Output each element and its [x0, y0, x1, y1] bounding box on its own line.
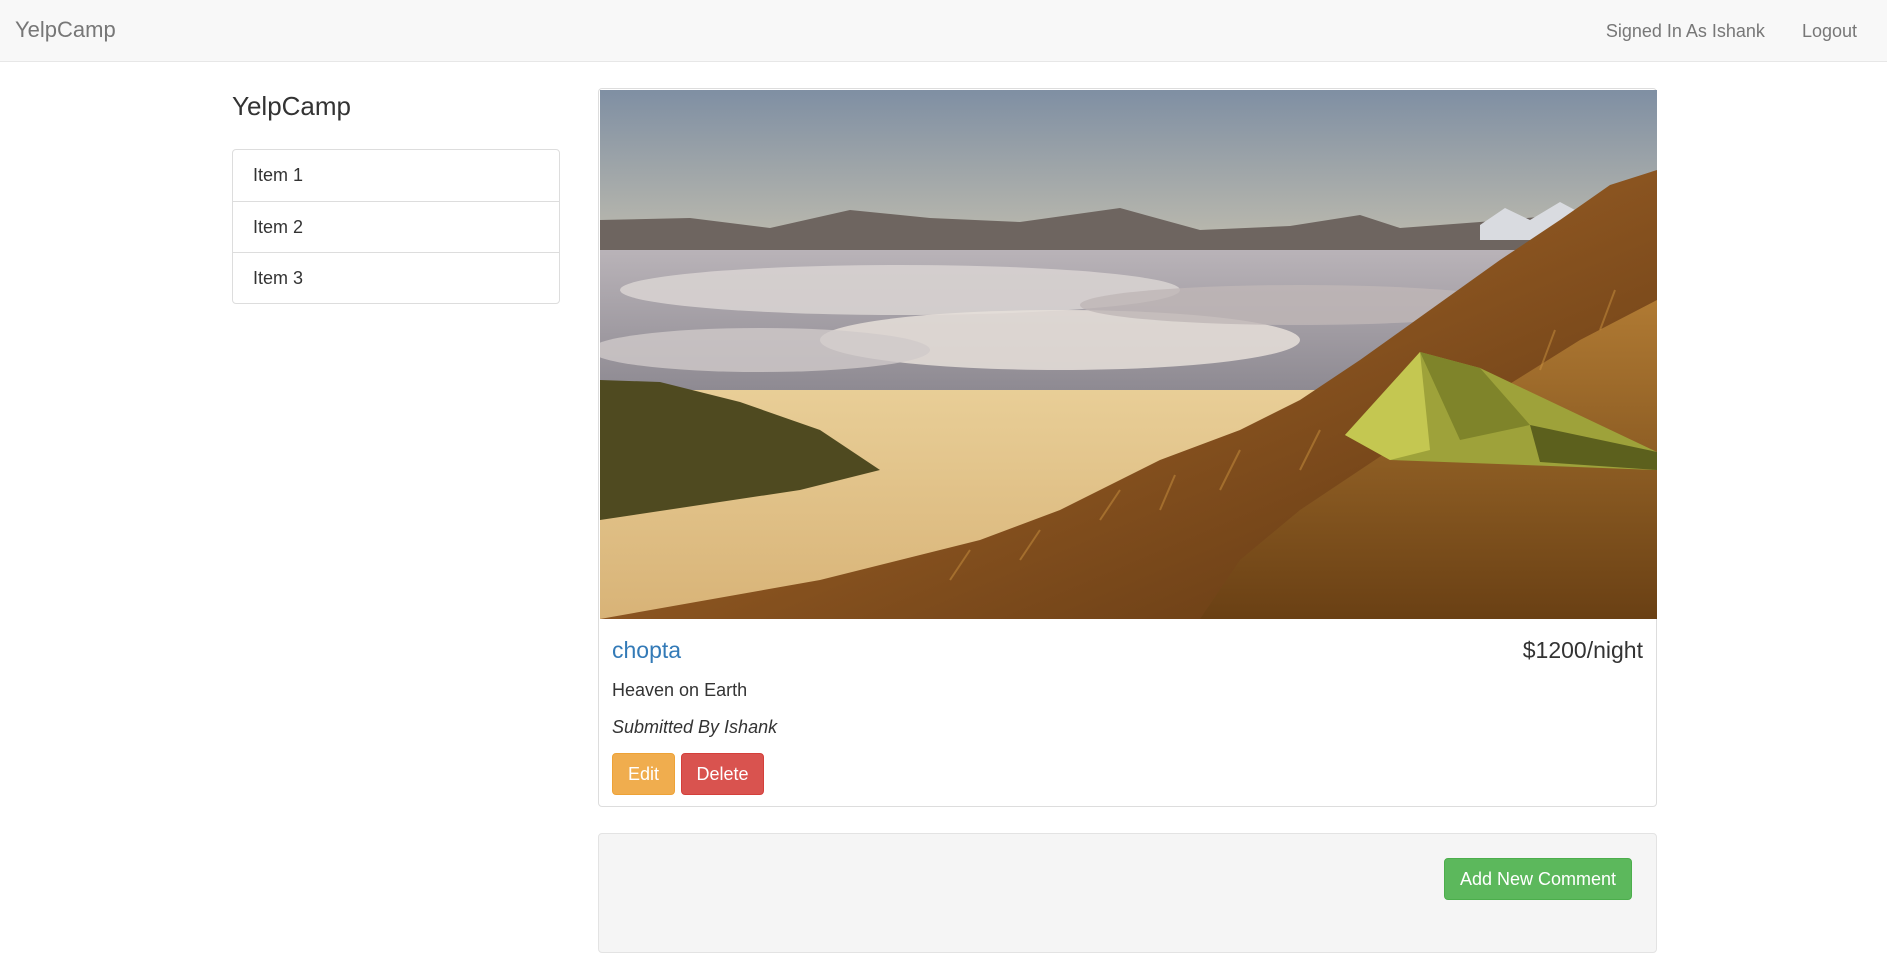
add-comment-button[interactable]: Add New Comment: [1443, 858, 1632, 900]
comments-well: Add New Comment: [598, 833, 1657, 953]
signed-in-link[interactable]: Signed In As Ishank: [1591, 0, 1787, 62]
sidebar-list: Item 1 Item 2 Item 3: [232, 149, 560, 304]
brand-link[interactable]: YelpCamp: [15, 17, 116, 43]
sidebar-item-1[interactable]: Item 1: [233, 150, 559, 201]
campground-name-link[interactable]: chopta: [612, 637, 681, 663]
campground-price: $1200/night: [1522, 637, 1643, 663]
sidebar-item-2[interactable]: Item 2: [233, 201, 559, 252]
campground-image: [600, 90, 1657, 619]
sidebar-item-3[interactable]: Item 3: [233, 252, 559, 303]
sidebar-title: YelpCamp: [232, 91, 352, 121]
campground-card: chopta $1200/night Heaven on Earth Submi…: [598, 88, 1657, 807]
delete-button[interactable]: Delete: [681, 753, 764, 795]
navbar: YelpCamp Signed In As Ishank Logout: [0, 0, 1887, 62]
edit-button[interactable]: Edit: [612, 753, 675, 795]
navbar-right: Signed In As Ishank Logout: [1591, 0, 1887, 62]
campground-author: Submitted By Ishank: [612, 717, 778, 737]
campground-description: Heaven on Earth: [612, 680, 748, 700]
logout-link[interactable]: Logout: [1787, 0, 1887, 62]
